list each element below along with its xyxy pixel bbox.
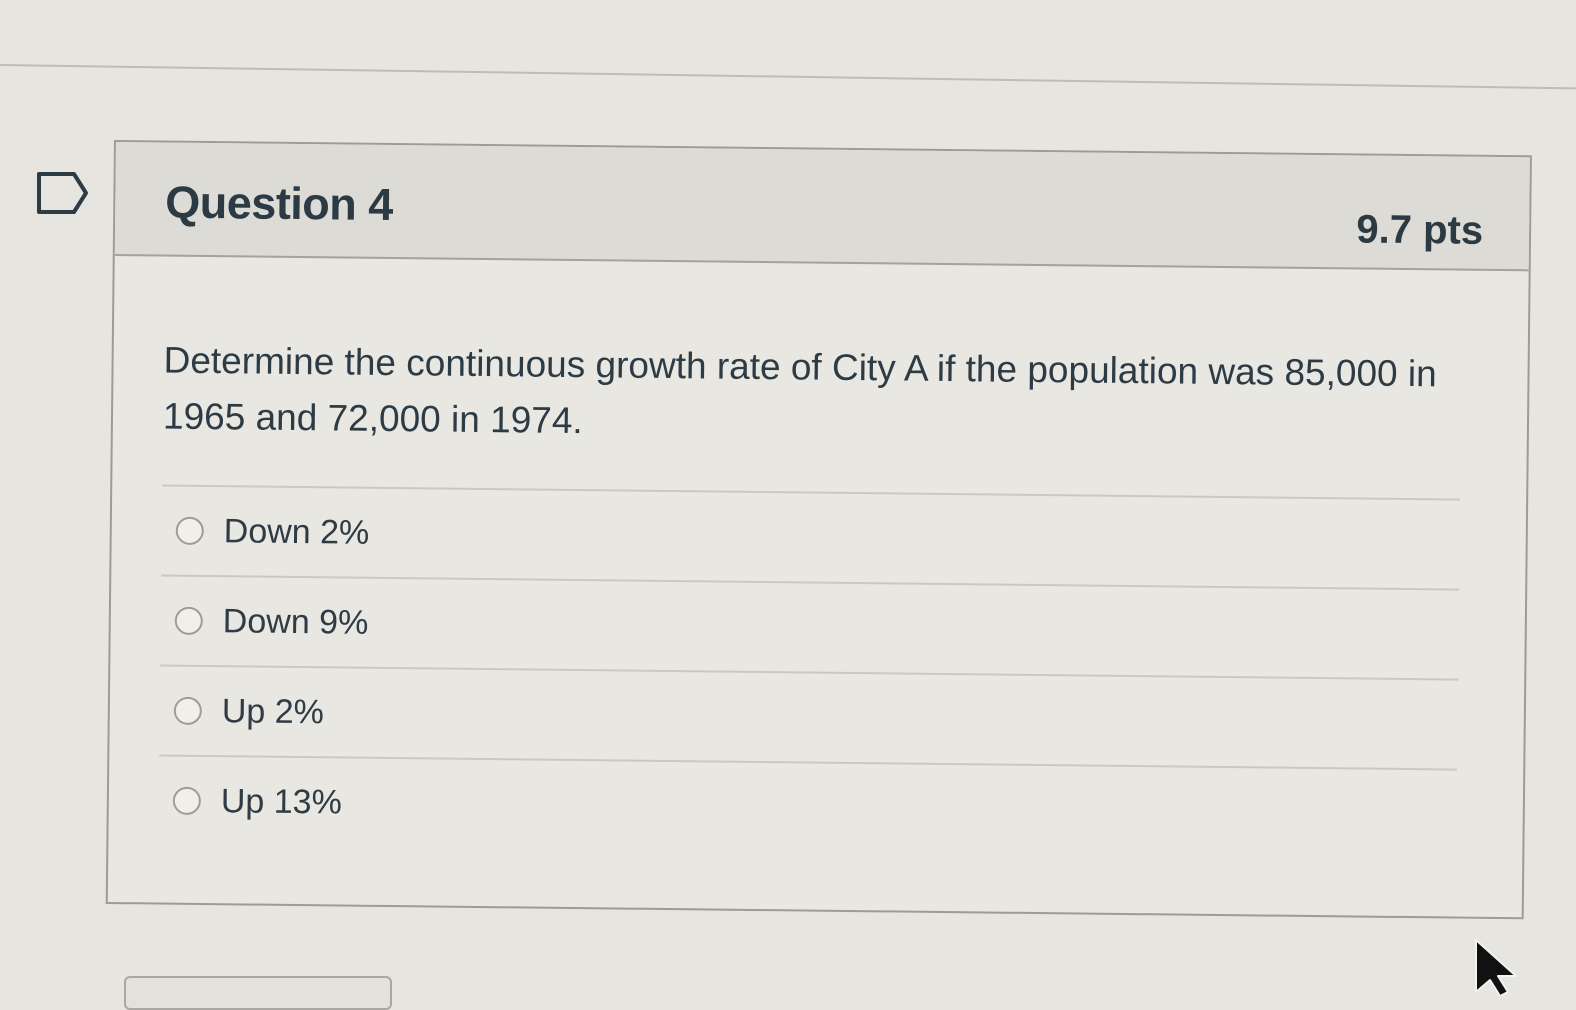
answer-option[interactable]: Up 13% [158, 754, 1458, 859]
question-title: Question 4 [165, 176, 394, 231]
mouse-pointer-icon [1475, 939, 1517, 996]
question-card: Question 4 9.7 pts Determine the continu… [105, 140, 1532, 920]
page-divider [0, 64, 1576, 90]
radio-button[interactable] [173, 696, 202, 725]
question-body: Determine the continuous growth rate of … [108, 256, 1528, 859]
radio-button[interactable] [172, 786, 202, 815]
question-text: Determine the continuous growth rate of … [162, 339, 1437, 442]
radio-button[interactable] [175, 516, 204, 545]
answer-label[interactable]: Down 9% [223, 602, 369, 643]
answer-label[interactable]: Down 2% [224, 512, 370, 553]
answer-label[interactable]: Up 2% [222, 692, 324, 732]
answer-option[interactable]: Down 2% [161, 484, 1461, 589]
next-question-button[interactable] [124, 976, 392, 1010]
question-header: Question 4 9.7 pts [114, 142, 1530, 272]
answer-option[interactable]: Up 2% [159, 664, 1459, 769]
radio-button[interactable] [174, 606, 203, 635]
answer-list: Down 2% Down 9% Up 2% Up 13% [158, 484, 1461, 859]
answer-option[interactable]: Down 9% [160, 574, 1460, 679]
question-points: 9.7 pts [1356, 207, 1484, 253]
answer-label[interactable]: Up 13% [221, 782, 342, 822]
flag-question-icon[interactable] [36, 170, 96, 218]
